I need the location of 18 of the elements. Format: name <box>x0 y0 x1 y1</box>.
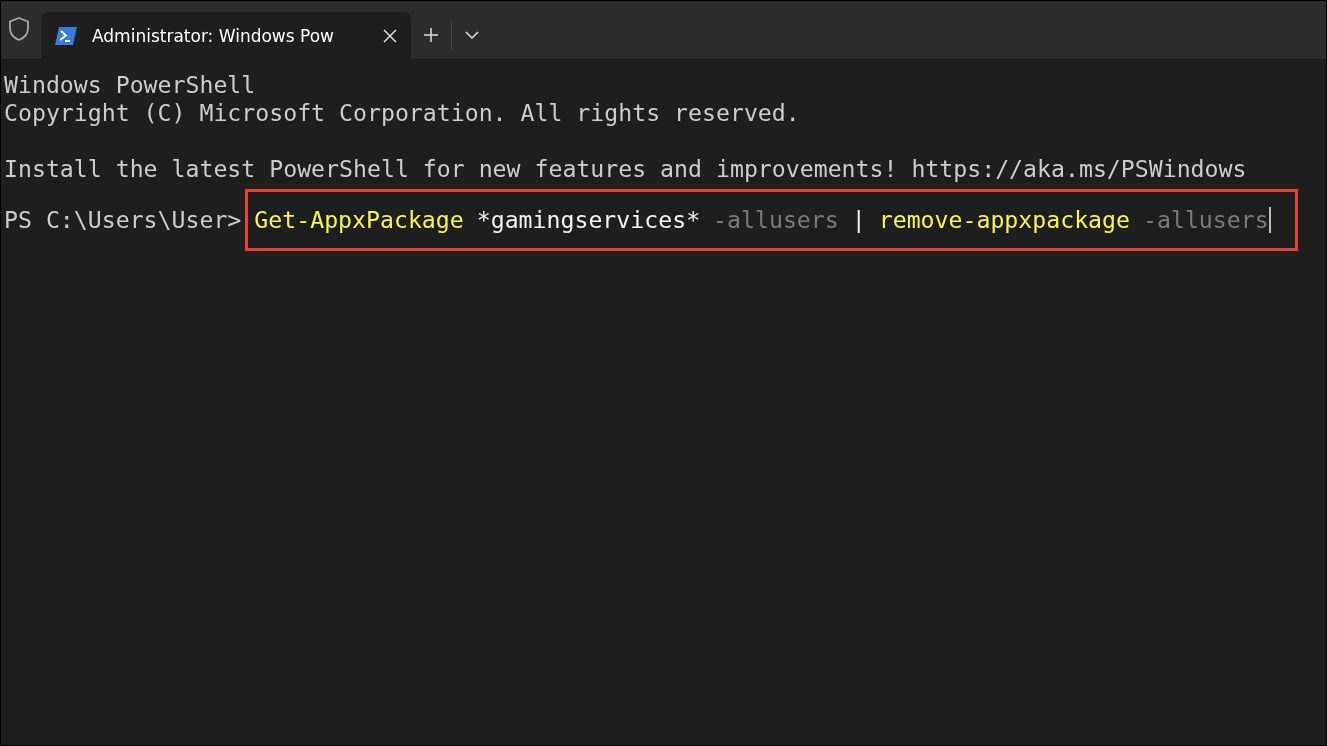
notice-text: Install the latest PowerShell for new features and improvements! https://aka.ms/PSWindows <box>4 155 1248 183</box>
prompt-text: PS C:\Users\User> <box>4 206 242 234</box>
command-token: *gamingservices* <box>476 206 701 234</box>
banner-text: Copyright (C) Microsoft Corporation. All rights reserved. <box>4 99 801 127</box>
text-cursor <box>1268 207 1271 233</box>
command-token: Get-AppxPackage <box>254 206 464 234</box>
banner-text: Windows PowerShell <box>4 71 257 99</box>
chevron-down-icon <box>465 31 479 39</box>
shield-icon <box>7 16 31 42</box>
tab-title: Administrator: Windows Pow <box>92 25 335 46</box>
command-token: -allusers <box>713 206 839 234</box>
command-token: | <box>851 206 866 234</box>
close-icon[interactable] <box>383 28 397 43</box>
plus-icon <box>423 27 439 43</box>
terminal-tab[interactable]: Administrator: Windows Pow <box>41 12 411 59</box>
command-token: -allusers <box>1143 206 1269 234</box>
command-token: remove-appxpackage <box>878 206 1130 234</box>
powershell-icon <box>54 25 78 46</box>
